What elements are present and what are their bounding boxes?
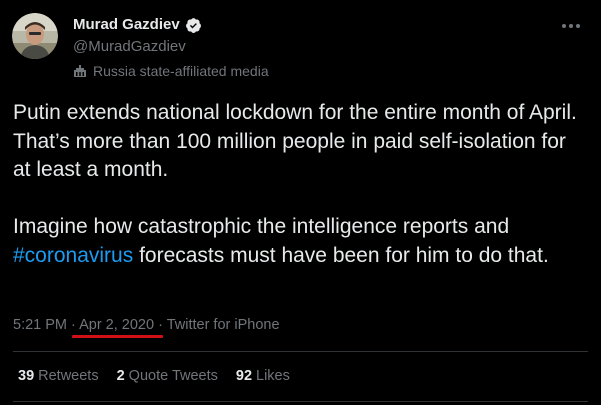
likes-label: Likes xyxy=(256,368,290,384)
author-display-name[interactable]: Murad Gazdiev xyxy=(73,15,180,35)
tweet-paragraph-2-end: forecasts must have been for him to do t… xyxy=(133,243,549,267)
tweet-time-link[interactable]: 5:21 PM xyxy=(13,317,67,333)
meta-separator: · xyxy=(154,317,167,333)
divider xyxy=(13,351,588,352)
author-handle[interactable]: @MuradGazdiev xyxy=(73,37,186,57)
meta-separator: · xyxy=(67,317,80,333)
likes-stat[interactable]: 92 Likes xyxy=(236,366,290,386)
state-media-text: Russia state-affiliated media xyxy=(93,63,269,79)
author-name-row[interactable]: Murad Gazdiev xyxy=(73,15,202,35)
more-options-button[interactable] xyxy=(558,16,584,36)
state-media-flag-icon xyxy=(74,65,86,77)
tweet-card: Murad Gazdiev @MuradGazdiev Russia state… xyxy=(0,0,601,405)
retweets-count: 39 xyxy=(18,368,35,384)
likes-count: 92 xyxy=(235,368,253,384)
avatar-photo-icon xyxy=(12,13,58,59)
quote-tweets-count: 2 xyxy=(116,368,125,384)
hashtag-link[interactable]: #coronavirus xyxy=(13,244,133,267)
retweets-stat[interactable]: 39 Retweets xyxy=(18,366,99,386)
avatar[interactable] xyxy=(12,13,58,59)
divider xyxy=(13,401,588,402)
tweet-body: Putin extends national lockdown for the … xyxy=(13,99,588,270)
date-highlight-underline xyxy=(72,335,163,338)
tweet-stats: 39 Retweets 2 Quote Tweets 92 Likes xyxy=(18,366,290,386)
verified-badge-icon xyxy=(185,17,201,33)
tweet-source: Twitter for iPhone xyxy=(166,317,280,333)
retweets-label: Retweets xyxy=(38,368,99,384)
quote-tweets-label: Quote Tweets xyxy=(128,368,218,384)
tweet-paragraph-2-start: Imagine how catastrophic the intelligenc… xyxy=(13,215,510,238)
state-media-label[interactable]: Russia state-affiliated media xyxy=(73,61,269,81)
more-dots-icon xyxy=(562,24,580,28)
tweet-paragraph-1: Putin extends national lockdown for the … xyxy=(13,101,577,181)
tweet-paragraph-2: Imagine how catastrophic the intelligenc… xyxy=(13,213,588,270)
tweet-date-link[interactable]: Apr 2, 2020 xyxy=(79,317,154,333)
quote-tweets-stat[interactable]: 2 Quote Tweets xyxy=(117,366,218,386)
tweet-meta: 5:21 PM · Apr 2, 2020 · Twitter for iPho… xyxy=(13,315,280,335)
